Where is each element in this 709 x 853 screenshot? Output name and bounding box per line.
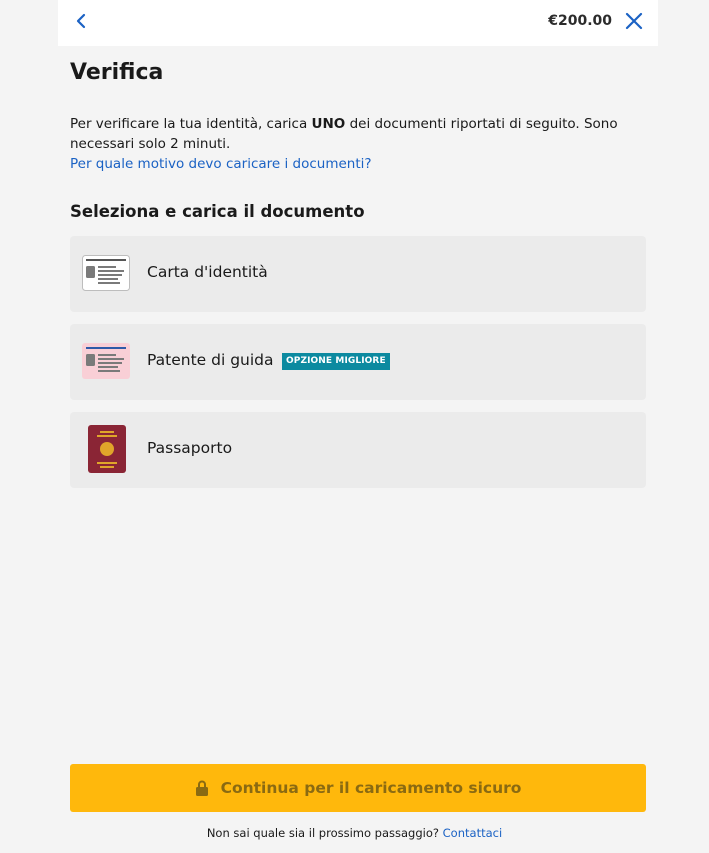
document-option-passport[interactable]: Passaporto [70, 412, 646, 488]
continue-button-label: Continua per il caricamento sicuro [220, 779, 522, 797]
footer-text: Non sai quale sia il prossimo passaggio? [206, 826, 439, 840]
why-upload-link[interactable]: Per quale motivo devo caricare i documen… [70, 156, 372, 172]
document-label: Patente di guida [147, 351, 274, 369]
close-button[interactable] [624, 10, 644, 32]
intro-text-start: Per verificare la tua identità, carica [70, 116, 312, 132]
contact-link[interactable]: Contattaci [443, 826, 503, 840]
chevron-left-icon [76, 13, 86, 29]
passport-icon [88, 425, 126, 473]
page-title: Verifica [70, 60, 164, 85]
document-option-id-card[interactable]: Carta d'identità [70, 236, 646, 312]
section-title: Seleziona e carica il documento [70, 202, 365, 221]
document-label: Passaporto [147, 439, 233, 457]
document-option-driving-license[interactable]: Patente di guida OPZIONE MIGLIORE [70, 324, 646, 400]
lock-icon [195, 780, 208, 796]
document-label: Carta d'identità [147, 263, 268, 281]
continue-secure-upload-button[interactable]: Continua per il caricamento sicuro [70, 764, 646, 812]
driving-license-icon [82, 343, 130, 379]
order-amount: €200.00 [548, 13, 612, 29]
top-bar: €200.00 [58, 0, 658, 46]
id-card-icon [82, 255, 130, 291]
intro-text: Per verificare la tua identità, carica U… [70, 114, 640, 154]
back-button[interactable] [70, 10, 90, 32]
best-option-badge: OPZIONE MIGLIORE [282, 353, 390, 370]
footer-help: Non sai quale sia il prossimo passaggio?… [0, 826, 709, 840]
close-icon [625, 12, 643, 30]
intro-text-bold: UNO [311, 116, 346, 132]
